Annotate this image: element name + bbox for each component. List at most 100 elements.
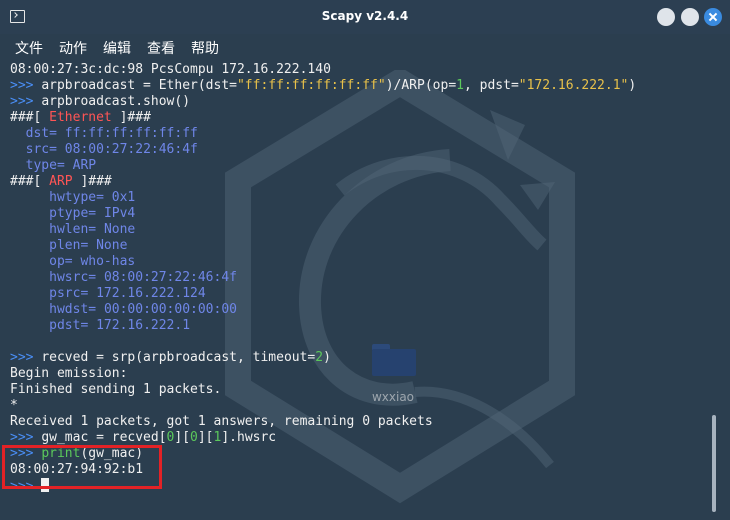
terminal-text: ].hwsrc <box>221 430 277 445</box>
terminal-line: op= who-has <box>10 254 710 270</box>
terminal-text: = <box>49 126 65 141</box>
menu-bar: 文件 动作 编辑 查看 帮助 <box>0 34 730 60</box>
terminal-text: plen <box>10 238 81 253</box>
terminal-text: = <box>88 222 104 237</box>
terminal-text: = <box>80 286 97 301</box>
terminal-text: 00:00:00:00:00:00 <box>103 302 237 317</box>
terminal-text: ) <box>323 350 331 365</box>
terminal-line: type= ARP <box>10 158 710 174</box>
terminal-line: hwsrc= 08:00:27:22:46:4f <box>10 270 710 286</box>
terminal-text: )/ARP(op= <box>385 78 457 93</box>
terminal-text: src <box>10 142 50 157</box>
terminal-text: = <box>88 270 104 285</box>
terminal-text: = <box>88 302 104 317</box>
menu-edit[interactable]: 编辑 <box>103 38 131 58</box>
terminal-line: plen= None <box>10 238 710 254</box>
terminal-line: dst= ff:ff:ff:ff:ff:ff <box>10 126 710 142</box>
terminal-text: ff:ff:ff:ff:ff:ff <box>64 126 198 141</box>
terminal-text: Begin emission: <box>10 366 128 381</box>
terminal-window: Scapy v2.4.4 文件 动作 编辑 查看 帮助 wxxiao 08:00… <box>0 0 730 520</box>
terminal-line: Received 1 packets, got 1 answers, remai… <box>10 414 710 430</box>
terminal-text: arpbroadcast = Ether(dst= <box>41 78 237 93</box>
terminal-line: >>> gw_mac = recved[0][0][1].hwsrc <box>10 430 710 446</box>
terminal-text: IPv4 <box>103 206 136 221</box>
terminal-text: >>> <box>10 350 42 365</box>
menu-help[interactable]: 帮助 <box>191 38 219 58</box>
terminal-text: hwsrc <box>10 270 89 285</box>
terminal-line: >>> recved = srp(arpbroadcast, timeout=2… <box>10 350 710 366</box>
maximize-button[interactable] <box>681 8 699 26</box>
terminal-text: = <box>80 318 97 333</box>
terminal-line: psrc= 172.16.222.124 <box>10 286 710 302</box>
terminal-text: 172.16.222.1 <box>96 318 191 333</box>
title-bar[interactable]: Scapy v2.4.4 <box>0 0 730 34</box>
terminal-text: 08:00:27:3c:dc:98 PcsCompu 172.16.222.14… <box>10 62 331 77</box>
terminal-text: gw_mac = recved[ <box>41 430 167 445</box>
terminal-line: hwlen= None <box>10 222 710 238</box>
terminal-text: , pdst= <box>463 78 519 93</box>
terminal-line: Begin emission: <box>10 366 710 382</box>
menu-view[interactable]: 查看 <box>147 38 175 58</box>
terminal-text: >>> <box>10 78 42 93</box>
terminal-text: * <box>10 398 18 413</box>
terminal-text: >>> <box>10 430 42 445</box>
terminal-text: hwlen <box>10 222 89 237</box>
terminal-text: 2 <box>315 350 324 365</box>
terminal-line: src= 08:00:27:22:46:4f <box>10 142 710 158</box>
terminal-text: >>> <box>10 94 42 109</box>
terminal-line: ptype= IPv4 <box>10 206 710 222</box>
terminal-text: hwdst <box>10 302 89 317</box>
terminal-text: ARP <box>72 158 97 173</box>
terminal-line: ###[ Ethernet ]### <box>10 110 710 126</box>
terminal-text: ###[ <box>10 174 50 189</box>
terminal-line: >>> arpbroadcast.show() <box>10 94 710 110</box>
terminal-text: recved = srp(arpbroadcast, timeout= <box>41 350 316 365</box>
close-button[interactable] <box>704 8 722 26</box>
terminal-text: pdst <box>10 318 81 333</box>
terminal-line: Finished sending 1 packets. <box>10 382 710 398</box>
terminal-line: >>> arpbroadcast = Ether(dst="ff:ff:ff:f… <box>10 78 710 94</box>
terminal-text: = <box>64 254 81 269</box>
scrollbar[interactable] <box>712 415 716 512</box>
terminal-line: * <box>10 398 710 414</box>
terminal-text: op <box>10 254 65 269</box>
terminal-text: "ff:ff:ff:ff:ff:ff" <box>236 78 386 93</box>
terminal-text: 1 <box>456 78 464 93</box>
minimize-button[interactable] <box>657 8 675 26</box>
terminal-text: 08:00:27:22:46:4f <box>103 270 237 285</box>
terminal-line: hwdst= 00:00:00:00:00:00 <box>10 302 710 318</box>
menu-file[interactable]: 文件 <box>15 38 43 58</box>
terminal-text: = <box>88 206 104 221</box>
terminal-text: psrc <box>10 286 81 301</box>
highlight-box <box>2 445 162 489</box>
terminal-text: = <box>80 238 97 253</box>
window-title: Scapy v2.4.4 <box>321 9 409 23</box>
terminal-text: 172.16.222.124 <box>96 286 206 301</box>
terminal-text: ]### <box>111 110 151 125</box>
terminal-text: 0x1 <box>111 190 136 205</box>
terminal-text: ARP <box>49 174 73 189</box>
terminal-text: ###[ <box>10 110 50 125</box>
terminal-line: hwtype= 0x1 <box>10 190 710 206</box>
terminal-text: ) <box>628 78 637 93</box>
terminal-text: None <box>103 222 136 237</box>
terminal-text: 0 <box>190 430 198 445</box>
terminal-text: ][ <box>197 430 214 445</box>
terminal-line: ###[ ARP ]### <box>10 174 710 190</box>
terminal-line: 08:00:27:3c:dc:98 PcsCompu 172.16.222.14… <box>10 62 710 78</box>
terminal-text: Finished sending 1 packets. <box>10 382 222 397</box>
terminal-text: = <box>56 158 73 173</box>
terminal-text: "172.16.222.1" <box>518 78 629 93</box>
terminal-text: Received 1 packets, got 1 answers, remai… <box>10 414 433 429</box>
menu-action[interactable]: 动作 <box>59 38 87 58</box>
terminal-text: None <box>96 238 128 253</box>
terminal-text: = <box>49 142 65 157</box>
terminal-text: ][ <box>174 430 191 445</box>
terminal-text: 08:00:27:22:46:4f <box>64 142 198 157</box>
terminal-text: = <box>96 190 112 205</box>
terminal-text: dst <box>10 126 50 141</box>
terminal-text: type <box>10 158 57 173</box>
terminal-text: ptype <box>10 206 89 221</box>
terminal-line: pdst= 172.16.222.1 <box>10 318 710 334</box>
terminal-text: arpbroadcast.show() <box>41 94 191 109</box>
